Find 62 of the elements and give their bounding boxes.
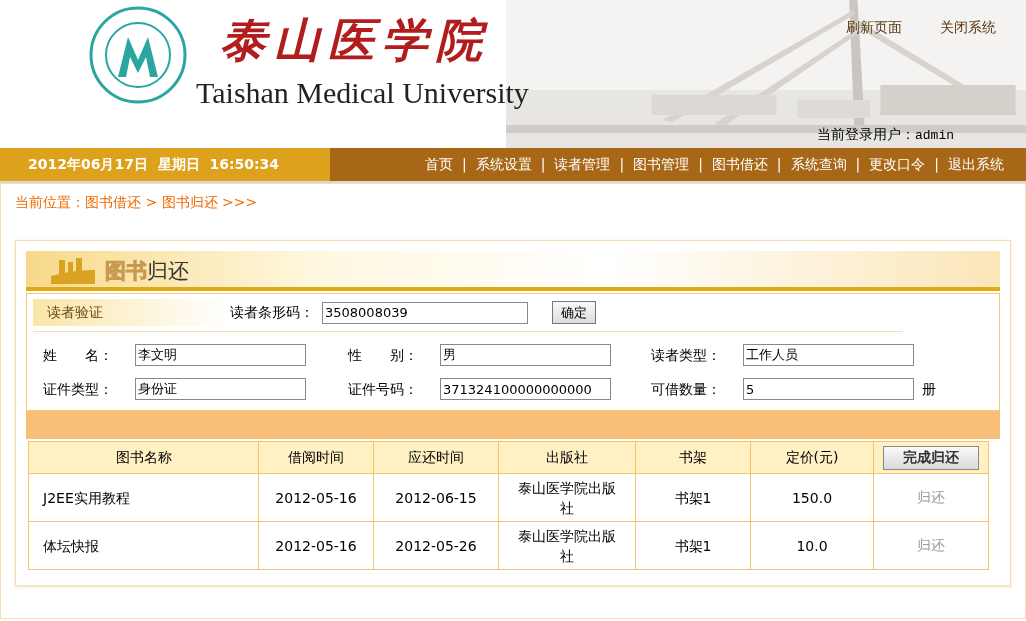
header-link[interactable]: 关闭系统 [940, 17, 996, 38]
column-header: 图书名称 [28, 441, 259, 474]
nav-separator: | [460, 155, 468, 175]
table-cell: 泰山医学院出版社 [498, 521, 636, 570]
info-field[interactable]: 男 [440, 344, 611, 366]
nav-separator: | [697, 155, 704, 175]
nav-link[interactable]: 更改口令 [869, 154, 926, 175]
nav-link[interactable]: 图书管理 [633, 154, 690, 175]
info-field[interactable]: 371324100000000000 [440, 378, 611, 400]
table-cell: 2012-05-16 [258, 473, 374, 522]
table-cell: 泰山医学院出版社 [498, 473, 636, 522]
nav-link[interactable]: 读者管理 [554, 154, 611, 175]
info-field[interactable]: 李文明 [135, 344, 306, 366]
info-field[interactable]: 5 [743, 378, 914, 400]
confirm-button[interactable]: 确定 [552, 301, 596, 324]
nav-link[interactable]: 系统查询 [790, 154, 847, 175]
field-label: 读者类型： [651, 345, 722, 365]
panel-title: 归还 [147, 258, 189, 284]
field-label: 证件类型： [43, 379, 114, 399]
table-cell: J2EE实用教程 [28, 473, 259, 522]
current-user: admin [915, 126, 954, 145]
barcode-field[interactable]: 3508008039 [322, 301, 528, 324]
nav-link[interactable]: 图书借还 [711, 154, 768, 175]
column-header: 定价(元) [750, 441, 874, 474]
header-link[interactable]: 刷新页面 [846, 17, 902, 38]
nav-separator: | [854, 155, 862, 175]
info-field[interactable]: 工作人员 [743, 344, 914, 366]
table-cell: 书架1 [635, 521, 751, 570]
field-label: 性 别： [348, 345, 419, 365]
field-label: 姓 名： [43, 345, 114, 365]
nav-link[interactable]: 退出系统 [948, 154, 1004, 175]
table-cell: 书架1 [635, 473, 751, 522]
nav-link[interactable]: 系统设置 [475, 154, 532, 175]
university-logo-icon [88, 5, 188, 105]
panel-title: 图书 [105, 258, 147, 284]
table-cell: 体坛快报 [28, 521, 259, 570]
nav-separator: | [539, 155, 547, 175]
field-label: 证件号码： [348, 379, 419, 399]
column-header: 出版社 [498, 441, 636, 474]
table-cell: 150.0 [750, 473, 874, 522]
books-icon [51, 256, 95, 284]
info-field[interactable]: 身份证 [135, 378, 306, 400]
date-time-bar: 2012年06月17日 星期日 16:50:34 [0, 148, 330, 181]
current-user-label: 当前登录用户： [817, 124, 915, 144]
nav-separator: | [618, 155, 626, 175]
field-label: 读者条形码： [230, 303, 314, 322]
table-cell: 2012-06-15 [373, 473, 499, 522]
field-label: 可借数量： [651, 379, 722, 399]
table-cell: 2012-05-26 [373, 521, 499, 570]
table-cell: 10.0 [750, 521, 874, 570]
nav-separator: | [775, 155, 783, 175]
university-title: 泰山医学院 [220, 12, 491, 69]
column-header: 书架 [635, 441, 751, 474]
nav-separator: | [933, 155, 940, 175]
university-subtitle: Taishan Medical University [196, 75, 529, 111]
unit-label: 册 [922, 379, 936, 399]
complete-return-button[interactable]: 完成归还 [883, 445, 979, 470]
breadcrumb: 当前位置：图书借还 > 图书归还 >>> [15, 192, 258, 212]
nav-link[interactable]: 首页 [424, 154, 453, 175]
column-header: 应还时间 [373, 441, 499, 474]
table-cell: 2012-05-16 [258, 521, 374, 570]
column-header: 借阅时间 [258, 441, 374, 474]
